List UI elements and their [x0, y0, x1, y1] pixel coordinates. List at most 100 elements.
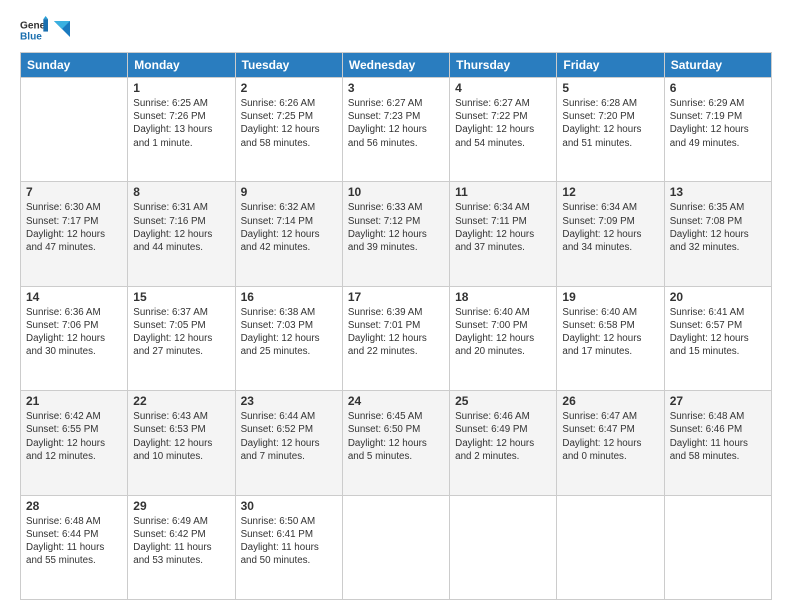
calendar-cell: 25 Sunrise: 6:46 AMSunset: 6:49 PMDayligh… [450, 391, 557, 495]
day-number: 30 [241, 499, 337, 513]
calendar-cell: 16Sunrise: 6:38 AMSunset: 7:03 PMDayligh… [235, 286, 342, 390]
cell-info: Sunrise: 6:50 AMSunset: 6:41 PMDaylight:… [241, 516, 319, 567]
day-number: 15 [133, 290, 229, 304]
cell-info: Sunrise: 6:29 AMSunset: 7:19 PMDaylight:… [670, 98, 749, 149]
calendar-cell: 28Sunrise: 6:48 AMSunset: 6:44 PMDayligh… [21, 495, 128, 599]
calendar-cell: 17 Sunrise: 6:39 AMSunset: 7:01 PMDayligh… [342, 286, 449, 390]
day-number: 12 [562, 185, 658, 199]
day-number: 27 [670, 394, 766, 408]
calendar-cell: 5Sunrise: 6:28 AMSunset: 7:20 PMDaylight… [557, 78, 664, 182]
cell-info: Sunrise: 6:32 AMSunset: 7:14 PMDaylight:… [241, 202, 320, 253]
calendar-cell: 2 Sunrise: 6:26 AMSunset: 7:25 PMDaylight… [235, 78, 342, 182]
day-number: 2 [241, 81, 337, 95]
day-number: 10 [348, 185, 444, 199]
calendar-cell: 4 Sunrise: 6:27 AMSunset: 7:22 PMDaylight… [450, 78, 557, 182]
cell-info: Sunrise: 6:42 AMSunset: 6:55 PMDaylight:… [26, 411, 105, 462]
calendar-cell: 30 Sunrise: 6:50 AMSunset: 6:41 PMDayligh… [235, 495, 342, 599]
day-number: 19 [562, 290, 658, 304]
day-number: 17 [348, 290, 444, 304]
weekday-header-thursday: Thursday [450, 53, 557, 78]
calendar-cell: 8 Sunrise: 6:31 AMSunset: 7:16 PMDaylight… [128, 182, 235, 286]
calendar-cell [450, 495, 557, 599]
day-number: 5 [562, 81, 658, 95]
cell-info: Sunrise: 6:41 AMSunset: 6:57 PMDaylight:… [670, 307, 749, 358]
cell-info: Sunrise: 6:44 AMSunset: 6:52 PMDaylight:… [241, 411, 320, 462]
cell-info: Sunrise: 6:48 AMSunset: 6:44 PMDaylight:… [26, 516, 104, 567]
cell-info: Sunrise: 6:34 AMSunset: 7:11 PMDaylight:… [455, 202, 534, 253]
week-row-1: 1 Sunrise: 6:25 AMSunset: 7:26 PMDaylight… [21, 78, 772, 182]
calendar-cell: 11 Sunrise: 6:34 AMSunset: 7:11 PMDayligh… [450, 182, 557, 286]
calendar-cell: 26 Sunrise: 6:47 AMSunset: 6:47 PMDayligh… [557, 391, 664, 495]
logo: General Blue [20, 16, 70, 44]
calendar-cell: 1 Sunrise: 6:25 AMSunset: 7:26 PMDaylight… [128, 78, 235, 182]
day-number: 14 [26, 290, 122, 304]
day-number: 8 [133, 185, 229, 199]
day-number: 23 [241, 394, 337, 408]
day-number: 29 [133, 499, 229, 513]
cell-info: Sunrise: 6:46 AMSunset: 6:49 PMDaylight:… [455, 411, 534, 462]
day-number: 9 [241, 185, 337, 199]
day-number: 1 [133, 81, 229, 95]
calendar-cell: 24Sunrise: 6:45 AMSunset: 6:50 PMDayligh… [342, 391, 449, 495]
calendar-cell: 3 Sunrise: 6:27 AMSunset: 7:23 PMDaylight… [342, 78, 449, 182]
day-number: 24 [348, 394, 444, 408]
week-row-4: 21 Sunrise: 6:42 AMSunset: 6:55 PMDayligh… [21, 391, 772, 495]
calendar-cell: 14 Sunrise: 6:36 AMSunset: 7:06 PMDayligh… [21, 286, 128, 390]
calendar-table: SundayMondayTuesdayWednesdayThursdayFrid… [20, 52, 772, 600]
calendar-cell: 10 Sunrise: 6:33 AMSunset: 7:12 PMDayligh… [342, 182, 449, 286]
calendar-cell: 18 Sunrise: 6:40 AMSunset: 7:00 PMDayligh… [450, 286, 557, 390]
day-number: 4 [455, 81, 551, 95]
cell-info: Sunrise: 6:33 AMSunset: 7:12 PMDaylight:… [348, 202, 427, 253]
weekday-header-sunday: Sunday [21, 53, 128, 78]
calendar-cell: 29 Sunrise: 6:49 AMSunset: 6:42 PMDayligh… [128, 495, 235, 599]
day-number: 6 [670, 81, 766, 95]
week-row-5: 28Sunrise: 6:48 AMSunset: 6:44 PMDayligh… [21, 495, 772, 599]
cell-info: Sunrise: 6:35 AMSunset: 7:08 PMDaylight:… [670, 202, 749, 253]
weekday-header-wednesday: Wednesday [342, 53, 449, 78]
day-number: 21 [26, 394, 122, 408]
cell-info: Sunrise: 6:27 AMSunset: 7:23 PMDaylight:… [348, 98, 427, 149]
week-row-2: 7Sunrise: 6:30 AMSunset: 7:17 PMDaylight… [21, 182, 772, 286]
cell-info: Sunrise: 6:34 AMSunset: 7:09 PMDaylight:… [562, 202, 641, 253]
calendar-cell: 22 Sunrise: 6:43 AMSunset: 6:53 PMDayligh… [128, 391, 235, 495]
calendar-cell [342, 495, 449, 599]
day-number: 3 [348, 81, 444, 95]
calendar-cell: 19Sunrise: 6:40 AMSunset: 6:58 PMDayligh… [557, 286, 664, 390]
cell-info: Sunrise: 6:37 AMSunset: 7:05 PMDaylight:… [133, 307, 212, 358]
weekday-header-saturday: Saturday [664, 53, 771, 78]
weekday-header-row: SundayMondayTuesdayWednesdayThursdayFrid… [21, 53, 772, 78]
cell-info: Sunrise: 6:27 AMSunset: 7:22 PMDaylight:… [455, 98, 534, 149]
logo-icon: General Blue [20, 16, 48, 44]
cell-info: Sunrise: 6:49 AMSunset: 6:42 PMDaylight:… [133, 516, 211, 567]
day-number: 26 [562, 394, 658, 408]
calendar-cell: 20 Sunrise: 6:41 AMSunset: 6:57 PMDayligh… [664, 286, 771, 390]
cell-info: Sunrise: 6:25 AMSunset: 7:26 PMDaylight:… [133, 98, 212, 149]
day-number: 22 [133, 394, 229, 408]
header: General Blue [20, 16, 772, 44]
logo-triangle-icon [48, 19, 70, 41]
day-number: 25 [455, 394, 551, 408]
calendar-cell: 27 Sunrise: 6:48 AMSunset: 6:46 PMDayligh… [664, 391, 771, 495]
calendar-cell: 9 Sunrise: 6:32 AMSunset: 7:14 PMDaylight… [235, 182, 342, 286]
calendar-cell: 13 Sunrise: 6:35 AMSunset: 7:08 PMDayligh… [664, 182, 771, 286]
day-number: 18 [455, 290, 551, 304]
calendar-cell: 12 Sunrise: 6:34 AMSunset: 7:09 PMDayligh… [557, 182, 664, 286]
cell-info: Sunrise: 6:43 AMSunset: 6:53 PMDaylight:… [133, 411, 212, 462]
day-number: 13 [670, 185, 766, 199]
day-number: 20 [670, 290, 766, 304]
calendar-cell [21, 78, 128, 182]
weekday-header-tuesday: Tuesday [235, 53, 342, 78]
calendar-cell: 23 Sunrise: 6:44 AMSunset: 6:52 PMDayligh… [235, 391, 342, 495]
cell-info: Sunrise: 6:47 AMSunset: 6:47 PMDaylight:… [562, 411, 641, 462]
cell-info: Sunrise: 6:39 AMSunset: 7:01 PMDaylight:… [348, 307, 427, 358]
cell-info: Sunrise: 6:36 AMSunset: 7:06 PMDaylight:… [26, 307, 105, 358]
cell-info: Sunrise: 6:48 AMSunset: 6:46 PMDaylight:… [670, 411, 748, 462]
cell-info: Sunrise: 6:31 AMSunset: 7:16 PMDaylight:… [133, 202, 212, 253]
page: General Blue SundayMondayTuesdayWednesda… [0, 0, 792, 612]
day-number: 7 [26, 185, 122, 199]
svg-text:Blue: Blue [20, 31, 42, 42]
cell-info: Sunrise: 6:40 AMSunset: 7:00 PMDaylight:… [455, 307, 534, 358]
day-number: 11 [455, 185, 551, 199]
cell-info: Sunrise: 6:26 AMSunset: 7:25 PMDaylight:… [241, 98, 320, 149]
calendar-cell [664, 495, 771, 599]
